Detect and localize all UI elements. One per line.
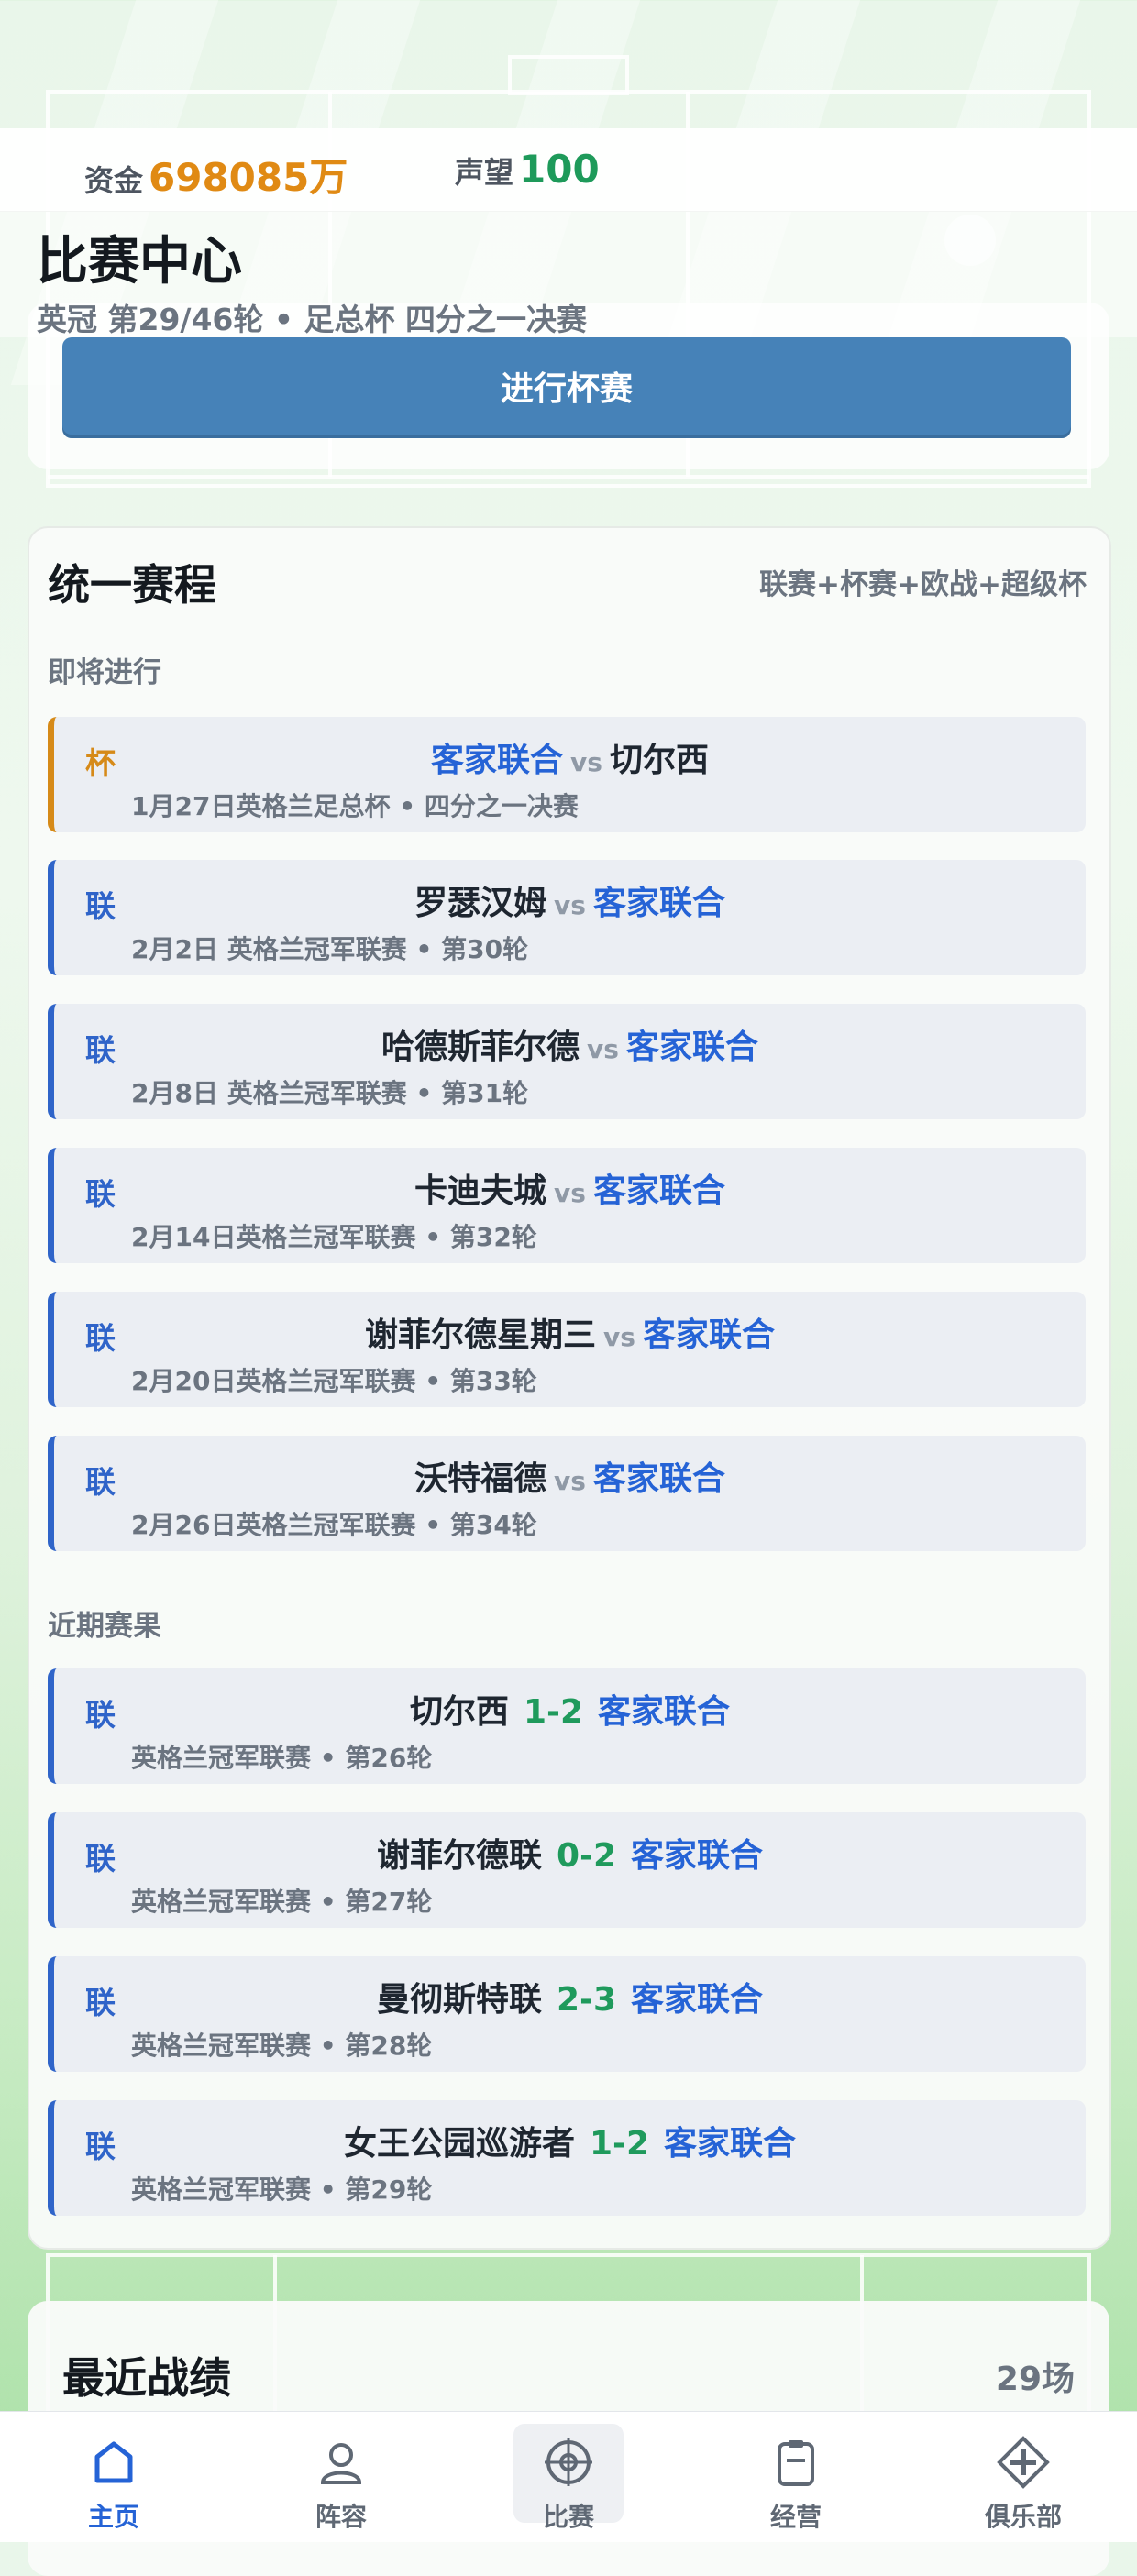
nav-squad[interactable]: 阵容 xyxy=(227,2411,455,2541)
upcoming-match-row[interactable]: 联沃特福德 vs 客家联合 2月26日英格兰冠军联赛 • 第34轮 xyxy=(48,1436,1086,1551)
money-display: 资金 698085万 xyxy=(84,147,348,203)
results-label: 近期赛果 xyxy=(48,1610,161,1643)
match-score: 2-3 xyxy=(556,1981,617,2019)
upcoming-match-row[interactable]: 联哈德斯菲尔德 vs 客家联合 2月8日 英格兰冠军联赛 • 第31轮 xyxy=(48,1004,1086,1119)
money-label: 资金 xyxy=(84,163,144,198)
result-match-row[interactable]: 联曼彻斯特联 2-3 客家联合 英格兰冠军联赛 • 第28轮 xyxy=(48,1956,1086,2072)
match-teams: 谢菲尔德星期三 vs 客家联合 xyxy=(54,1308,1086,1356)
fame-display: 声望 100 xyxy=(455,147,600,192)
away-team: 客家联合 xyxy=(664,2125,797,2163)
away-team: 客家联合 xyxy=(642,1316,775,1354)
vs-label: vs xyxy=(587,1034,619,1064)
vs-label: vs xyxy=(554,1178,586,1208)
page-title: 比赛中心 xyxy=(37,232,242,292)
match-score: 0-2 xyxy=(556,1837,617,1875)
match-teams: 沃特福德 vs 客家联合 xyxy=(54,1452,1086,1500)
home-team: 客家联合 xyxy=(431,742,564,779)
match-info: 英格兰冠军联赛 • 第28轮 xyxy=(131,2031,433,2061)
vs-label: vs xyxy=(554,890,586,920)
match-info: 英格兰冠军联赛 • 第29轮 xyxy=(131,2174,433,2205)
match-score: 1-2 xyxy=(589,2125,650,2163)
fame-value: 100 xyxy=(519,147,600,192)
away-team: 客家联合 xyxy=(631,1981,764,2019)
result-match-row[interactable]: 联女王公园巡游者 1-2 客家联合 英格兰冠军联赛 • 第29轮 xyxy=(48,2100,1086,2216)
nav-home-label: 主页 xyxy=(87,2502,139,2532)
play-cup-button[interactable]: 进行杯赛 xyxy=(62,337,1071,435)
vs-label: vs xyxy=(570,747,602,777)
match-teams: 客家联合 vs 切尔西 xyxy=(54,733,1086,781)
nav-home[interactable]: 主页 xyxy=(0,2411,227,2541)
resource-bar: 资金 698085万 声望 100 xyxy=(0,128,1137,212)
match-teams: 曼彻斯特联 2-3 客家联合 xyxy=(54,1973,1086,2020)
match-teams: 哈德斯菲尔德 vs 客家联合 xyxy=(54,1020,1086,1068)
away-team: 客家联合 xyxy=(631,1837,764,1875)
match-info: 2月14日英格兰冠军联赛 • 第32轮 xyxy=(131,1222,537,1252)
away-team: 客家联合 xyxy=(625,1029,758,1066)
result-match-row[interactable]: 联谢菲尔德联 0-2 客家联合 英格兰冠军联赛 • 第27轮 xyxy=(48,1812,1086,1928)
match-teams: 谢菲尔德联 0-2 客家联合 xyxy=(54,1829,1086,1877)
away-team: 客家联合 xyxy=(592,885,725,922)
match-teams: 切尔西 1-2 客家联合 xyxy=(54,1685,1086,1733)
home-team: 女王公园巡游者 xyxy=(343,2125,575,2163)
home-team: 切尔西 xyxy=(409,1693,509,1731)
upcoming-match-row[interactable]: 联罗瑟汉姆 vs 客家联合 2月2日 英格兰冠军联赛 • 第30轮 xyxy=(48,860,1086,975)
club-cross-icon xyxy=(997,2436,1050,2489)
match-score: 1-2 xyxy=(523,1693,584,1731)
match-teams: 女王公园巡游者 1-2 客家联合 xyxy=(54,2117,1086,2164)
schedule-competitions-tag: 联赛+杯赛+欧战+超级杯 xyxy=(759,568,1087,601)
upcoming-label: 即将进行 xyxy=(48,656,161,689)
home-team: 罗瑟汉姆 xyxy=(414,885,547,922)
nav-manage-label: 经营 xyxy=(769,2502,822,2532)
upcoming-match-row[interactable]: 联卡迪夫城 vs 客家联合 2月14日英格兰冠军联赛 • 第32轮 xyxy=(48,1148,1086,1263)
away-team: 客家联合 xyxy=(592,1172,725,1210)
match-target-icon xyxy=(545,2438,592,2486)
money-value: 698085万 xyxy=(149,155,348,200)
vs-label: vs xyxy=(603,1322,635,1352)
home-team: 谢菲尔德联 xyxy=(376,1837,542,1875)
match-info: 2月20日英格兰冠军联赛 • 第33轮 xyxy=(131,1366,537,1396)
upcoming-match-row[interactable]: 杯客家联合 vs 切尔西 1月27日英格兰足总杯 • 四分之一决赛 xyxy=(48,717,1086,832)
recent-form-count: 29场 xyxy=(995,2361,1075,2398)
user-icon xyxy=(320,2443,362,2484)
away-team: 客家联合 xyxy=(592,1460,725,1498)
match-info: 1月27日英格兰足总杯 • 四分之一决赛 xyxy=(131,791,579,821)
page-subtitle: 英冠 第29/46轮 • 足总杯 四分之一决赛 xyxy=(37,302,587,337)
away-team: 客家联合 xyxy=(598,1693,731,1731)
match-info: 英格兰冠军联赛 • 第27轮 xyxy=(131,1887,433,1917)
recent-form-title: 最近战绩 xyxy=(62,2353,231,2403)
match-info: 2月26日英格兰冠军联赛 • 第34轮 xyxy=(131,1510,537,1540)
upcoming-match-row[interactable]: 联谢菲尔德星期三 vs 客家联合 2月20日英格兰冠军联赛 • 第33轮 xyxy=(48,1292,1086,1407)
home-team: 卡迪夫城 xyxy=(414,1172,547,1210)
home-team: 沃特福德 xyxy=(414,1460,547,1498)
nav-club[interactable]: 俱乐部 xyxy=(910,2411,1137,2541)
nav-squad-label: 阵容 xyxy=(315,2502,367,2532)
vs-label: vs xyxy=(554,1466,586,1496)
schedule-title: 统一赛程 xyxy=(48,560,216,610)
home-team: 哈德斯菲尔德 xyxy=(381,1029,580,1066)
home-team: 谢菲尔德星期三 xyxy=(365,1316,597,1354)
match-info: 2月8日 英格兰冠军联赛 • 第31轮 xyxy=(131,1078,529,1108)
nav-match[interactable]: 比赛 xyxy=(455,2411,682,2541)
match-teams: 卡迪夫城 vs 客家联合 xyxy=(54,1164,1086,1212)
fame-label: 声望 xyxy=(455,155,514,190)
match-info: 英格兰冠军联赛 • 第26轮 xyxy=(131,1743,433,1773)
away-team: 切尔西 xyxy=(609,742,709,779)
nav-match-label: 比赛 xyxy=(542,2502,594,2532)
match-teams: 罗瑟汉姆 vs 客家联合 xyxy=(54,876,1086,924)
nav-club-label: 俱乐部 xyxy=(984,2502,1062,2532)
nav-manage[interactable]: 经营 xyxy=(682,2411,910,2541)
clipboard-icon xyxy=(778,2440,814,2486)
match-info: 2月2日 英格兰冠军联赛 • 第30轮 xyxy=(131,934,529,964)
home-team: 曼彻斯特联 xyxy=(376,1981,542,2019)
home-icon xyxy=(94,2441,133,2483)
result-match-row[interactable]: 联切尔西 1-2 客家联合 英格兰冠军联赛 • 第26轮 xyxy=(48,1668,1086,1784)
